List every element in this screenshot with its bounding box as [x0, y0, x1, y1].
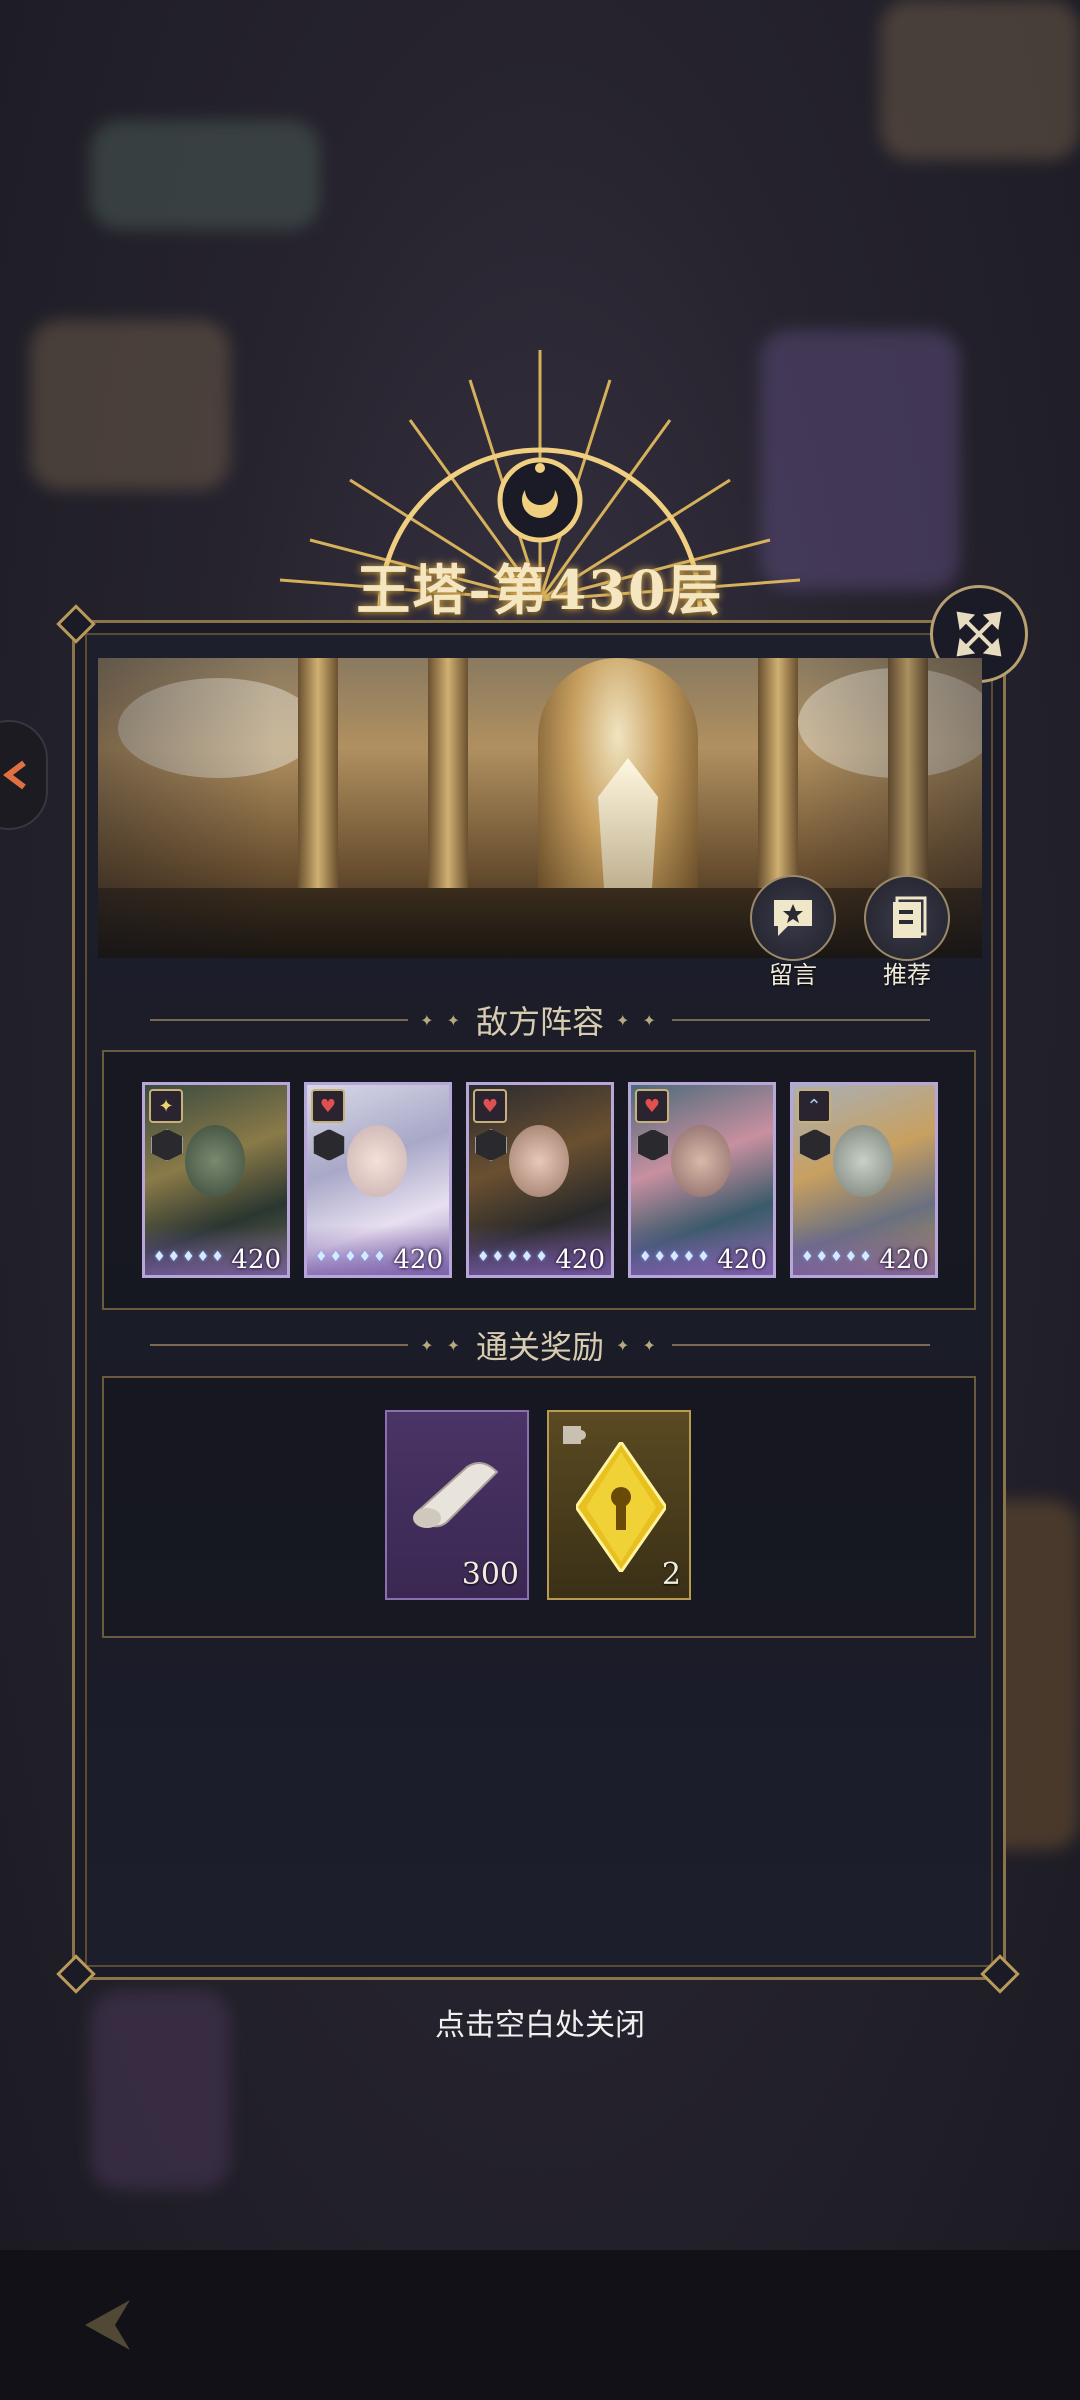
enemy-hero-card[interactable]: ✦ ♦♦♦♦♦ 420: [142, 1082, 290, 1278]
enemy-hero-card[interactable]: ♥ ♦♦♦♦♦ 420: [466, 1082, 614, 1278]
chevron-refresh-icon: [3, 760, 26, 790]
heart-faction-icon: ♥: [311, 1089, 345, 1123]
hero-level: 420: [231, 1245, 281, 1275]
gold-crystal-icon: [576, 1442, 666, 1572]
tap-to-close-hint[interactable]: 点击空白处关闭: [0, 2000, 1080, 2044]
scroll-icon: [413, 1462, 499, 1528]
recommend-card-icon: [893, 896, 927, 938]
recommend-label: 推荐: [883, 961, 931, 989]
enemy-hero-card[interactable]: ♥ ♦♦♦♦♦ 420: [628, 1082, 776, 1278]
reward-box: [102, 1376, 976, 1638]
background-blur: [90, 120, 320, 230]
reward-count: 300: [461, 1557, 519, 1592]
star-rank-icon: ♦♦♦♦♦: [801, 1249, 874, 1265]
hero-level: 420: [879, 1245, 929, 1275]
message-star-icon: [774, 900, 812, 936]
enemy-section-header: ✦ ✦ 敌方阵容 ✦ ✦: [150, 1000, 931, 1041]
floor-title-plate: 王塔-第430层: [330, 545, 750, 625]
background-blur: [30, 320, 230, 490]
reward-section-title: 通关奖励: [476, 1328, 605, 1366]
recommend-button[interactable]: [864, 875, 950, 961]
heart-faction-icon: ♥: [635, 1089, 669, 1123]
reward-item-gold-crystal[interactable]: 2: [547, 1410, 691, 1600]
enemy-hero-card[interactable]: ⌃ ♦♦♦♦♦ 420: [790, 1082, 938, 1278]
message-label: 留言: [769, 961, 817, 989]
lightning-faction-icon: ✦: [149, 1089, 183, 1123]
hero-level: 420: [393, 1245, 443, 1275]
star-rank-icon: ♦♦♦♦♦: [477, 1249, 550, 1265]
side-expand-button[interactable]: [0, 720, 48, 830]
message-button[interactable]: [750, 875, 836, 961]
reward-section-header: ✦ ✦ 通关奖励 ✦ ✦: [150, 1325, 931, 1366]
enemy-section-title: 敌方阵容: [476, 1003, 605, 1041]
enemy-hero-card[interactable]: ♥ ♦♦♦♦♦ 420: [304, 1082, 452, 1278]
background-blur: [880, 0, 1080, 160]
star-rank-icon: ♦♦♦♦♦: [639, 1249, 712, 1265]
heart-faction-icon: ♥: [473, 1089, 507, 1123]
hero-level: 420: [555, 1245, 605, 1275]
reward-item-scroll[interactable]: 300: [385, 1410, 529, 1600]
stage-banner-image: [98, 658, 982, 958]
bottom-nav-bar: [0, 2250, 1080, 2400]
reward-count: 2: [661, 1557, 681, 1592]
close-x-icon: [956, 611, 1002, 657]
back-arrow-icon: [85, 2300, 130, 2350]
star-rank-icon: ♦♦♦♦♦: [315, 1249, 388, 1265]
wing-faction-icon: ⌃: [797, 1089, 831, 1123]
star-rank-icon: ♦♦♦♦♦: [153, 1249, 226, 1265]
hero-level: 420: [717, 1245, 767, 1275]
floor-title: 王塔-第430层: [356, 557, 724, 622]
